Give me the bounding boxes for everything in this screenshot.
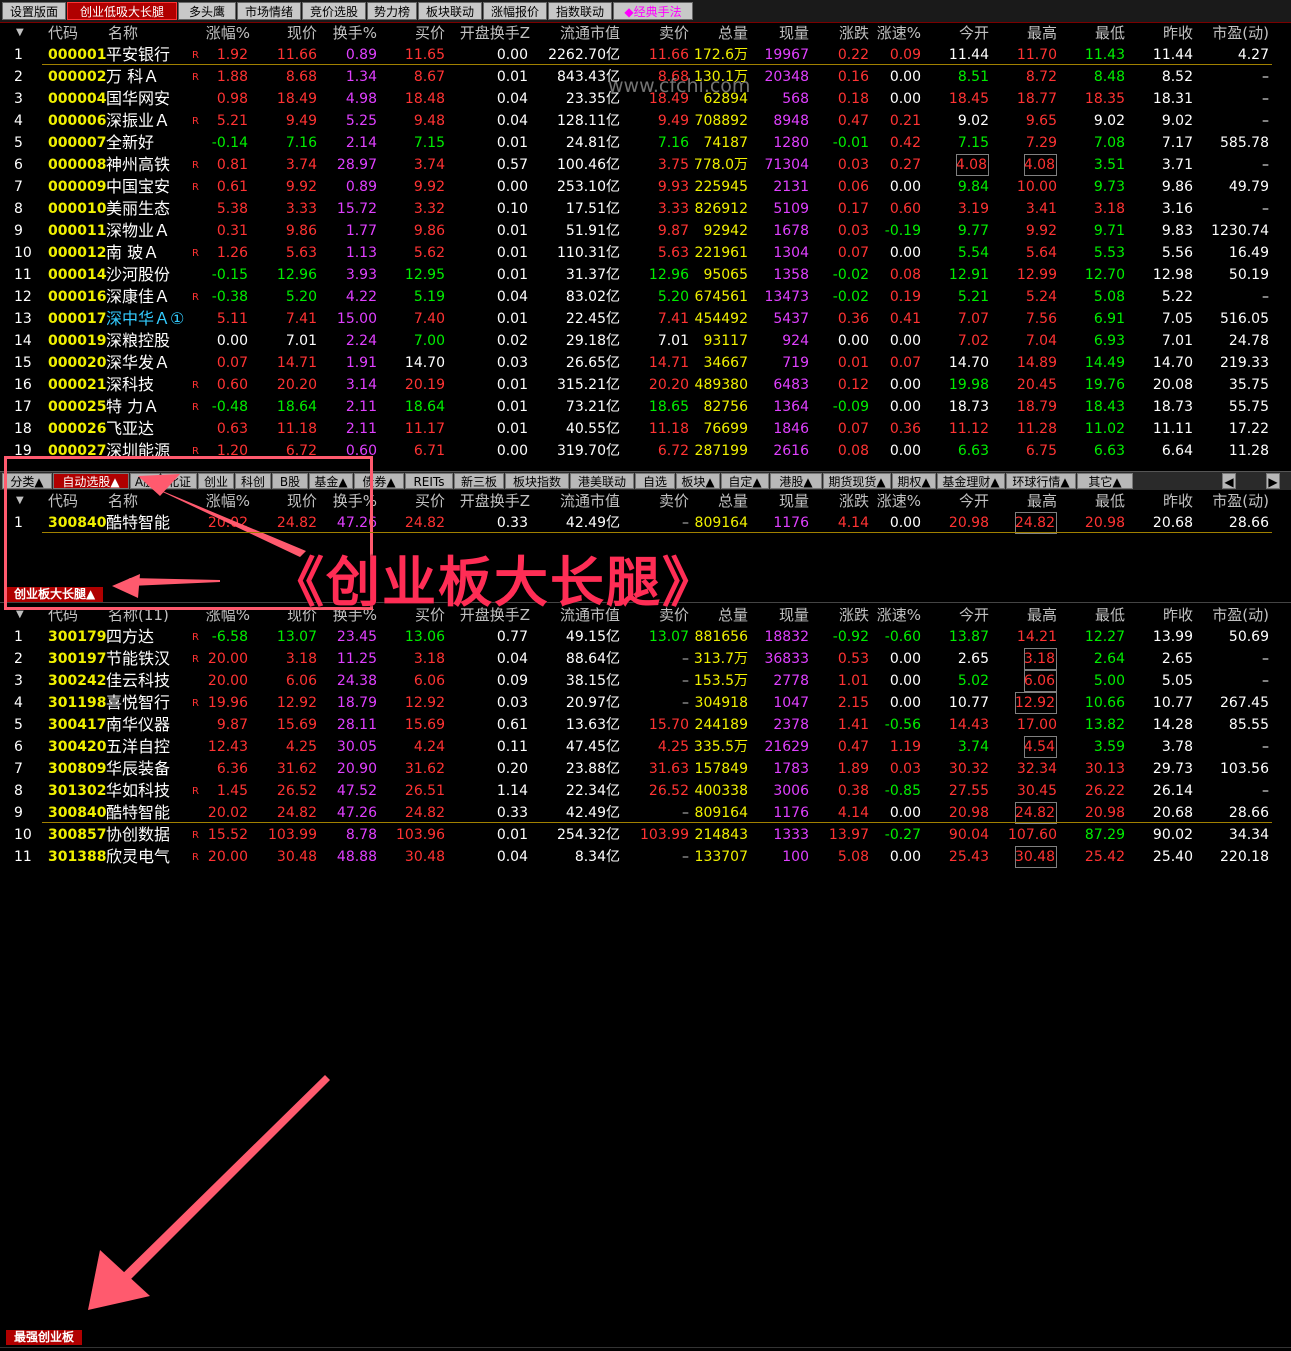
arrow-to-bottom-tab [112,1075,330,1290]
row-separator [42,64,1272,65]
row-separator [42,822,1272,823]
row-separator [42,532,1272,533]
annotation-arrows [88,474,330,1310]
